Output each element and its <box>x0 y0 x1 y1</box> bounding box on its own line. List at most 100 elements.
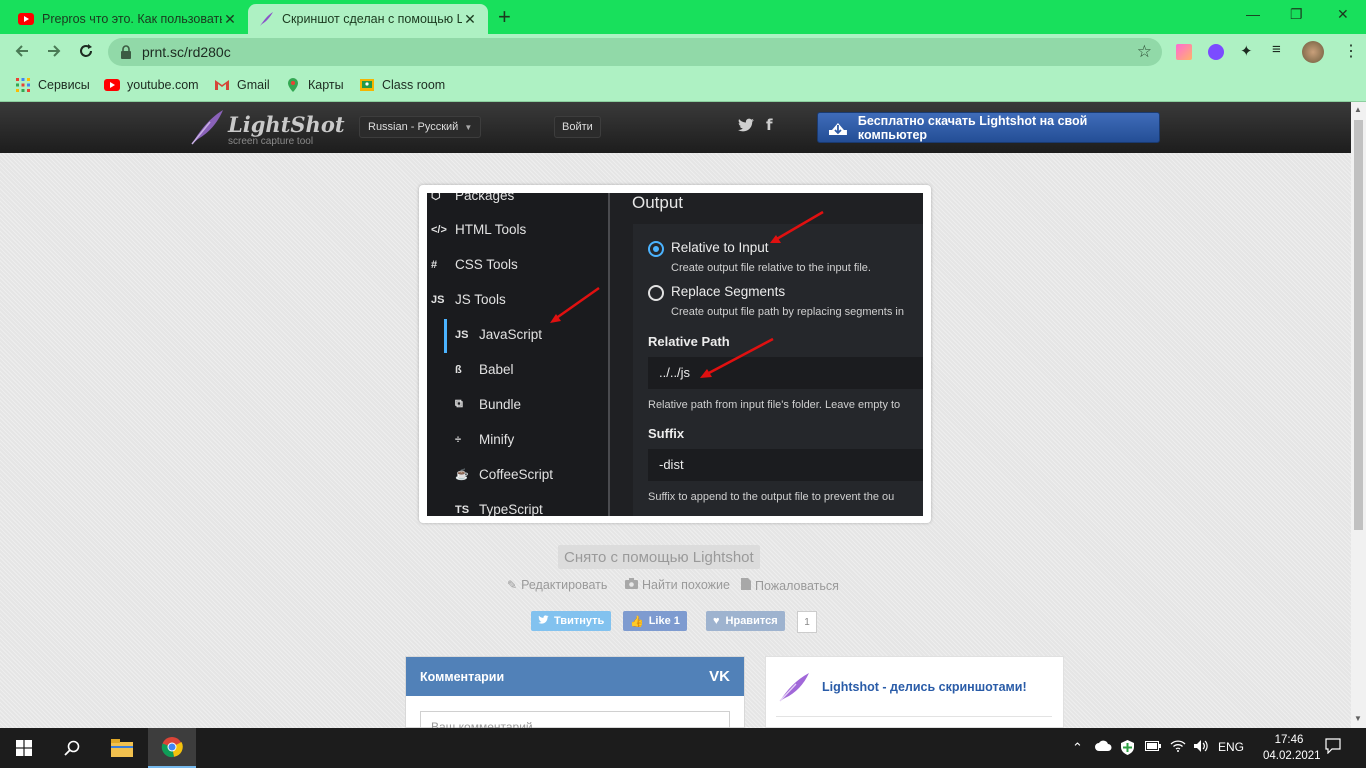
avatar[interactable] <box>1302 41 1324 63</box>
bookmark-label: Карты <box>308 78 344 92</box>
logo-name: LightShot <box>228 112 345 137</box>
maximize-button[interactable]: ❐ <box>1290 6 1303 23</box>
sidebar-item-label: Babel <box>479 362 514 377</box>
system-clock[interactable]: 17:46 04.02.2021 <box>1263 732 1321 764</box>
output-settings: Relative to Input Create output file rel… <box>633 224 923 516</box>
babel-icon: ß <box>455 363 462 376</box>
tab-prepros[interactable]: Prepros что это. Как пользоваться ✕ <box>8 4 248 34</box>
classroom-icon <box>359 77 375 93</box>
wifi-icon[interactable] <box>1170 740 1186 755</box>
bookmark-label: Class room <box>382 78 446 92</box>
menu-dots-icon[interactable]: ⋮ <box>1343 41 1359 60</box>
feather-icon <box>191 110 223 145</box>
url-text: prnt.sc/rd280c <box>142 44 231 60</box>
windows-start-icon[interactable] <box>0 728 48 768</box>
file-explorer-icon[interactable] <box>98 728 146 768</box>
extension-icon[interactable] <box>1208 44 1224 60</box>
sidebar-item-packages: ⬡ Packages <box>431 193 514 203</box>
forward-arrow-icon[interactable] <box>45 42 63 63</box>
lightshot-logo[interactable]: LightShot screen capture tool <box>190 108 345 151</box>
report-label: Пожаловаться <box>755 578 839 593</box>
bookmark-star-icon[interactable]: ☆ <box>1137 42 1152 62</box>
back-arrow-icon[interactable] <box>13 42 31 63</box>
feather-icon <box>258 11 274 27</box>
bookmark-youtube[interactable]: youtube.com <box>104 77 199 93</box>
extension-icon[interactable] <box>1176 44 1192 60</box>
battery-icon[interactable] <box>1145 740 1161 754</box>
twitter-icon[interactable] <box>738 118 754 136</box>
report-link[interactable]: Пожаловаться <box>741 578 839 593</box>
sidebar-item-label: JS Tools <box>455 292 506 307</box>
bookmark-classroom[interactable]: Class room <box>359 77 445 93</box>
like-label: Like 1 <box>648 615 680 627</box>
relative-to-input-radio <box>648 241 664 257</box>
puzzle-icon[interactable]: ✦ <box>1240 42 1256 60</box>
lightshot-credit: Снято с помощью Lightshot <box>558 545 760 569</box>
tab-title: Prepros что это. Как пользоваться <box>42 12 222 26</box>
option-label: Relative to Input <box>671 240 769 255</box>
search-icon[interactable] <box>48 728 96 768</box>
facebook-like-button[interactable]: 👍 Like 1 <box>623 611 687 631</box>
sidebar-item-javascript: JS JavaScript <box>455 327 542 342</box>
scroll-down-icon[interactable]: ▼ <box>1354 714 1362 723</box>
bookmark-maps[interactable]: Карты <box>285 77 344 93</box>
edit-link[interactable]: ✎ Редактировать <box>507 578 607 592</box>
scroll-up-icon[interactable]: ▲ <box>1354 105 1362 114</box>
shield-icon[interactable] <box>1121 740 1134 758</box>
facebook-icon[interactable]: f <box>766 116 773 134</box>
suffix-label: Suffix <box>648 426 685 441</box>
page-scrollbar[interactable]: ▲ ▼ <box>1351 102 1366 728</box>
chevron-up-icon[interactable]: ⌃ <box>1072 740 1083 756</box>
sidebar-item-babel: ß Babel <box>455 362 514 377</box>
media-queue-icon[interactable]: ≡ <box>1272 41 1288 58</box>
tab-lightshot[interactable]: Скриншот сделан с помощью Lightshot ✕ <box>248 4 488 34</box>
download-label: Бесплатно скачать Lightshot на свой комп… <box>857 113 1088 142</box>
minimize-button[interactable]: — <box>1246 6 1260 22</box>
new-tab-button[interactable]: + <box>498 6 511 28</box>
find-similar-link[interactable]: Найти похожие <box>625 578 730 592</box>
comments-widget: Комментарии VK Ваш комментарий... <box>405 656 745 731</box>
vk-like-label: Нравится <box>725 615 778 627</box>
minify-icon: ÷ <box>455 433 462 446</box>
bookmark-gmail[interactable]: Gmail <box>214 77 270 93</box>
vk-like-count: 1 <box>797 611 817 633</box>
active-indicator <box>444 319 447 353</box>
sidebar-item-label: TypeScript <box>479 502 543 516</box>
scrollbar-thumb[interactable] <box>1354 120 1363 530</box>
address-bar[interactable]: prnt.sc/rd280c ☆ <box>108 38 1162 66</box>
suffix-field: -dist <box>648 449 923 481</box>
onedrive-icon[interactable] <box>1095 740 1112 754</box>
login-button[interactable]: Войти <box>554 116 601 138</box>
find-similar-label: Найти похожие <box>642 578 730 592</box>
volume-icon[interactable] <box>1194 740 1210 755</box>
bookmark-services[interactable]: Сервисы <box>15 77 90 93</box>
thumbs-up-icon: 👍 <box>630 615 644 628</box>
tweet-button[interactable]: Твитнуть <box>531 611 612 631</box>
relative-path-description: Relative path from input file's folder. … <box>648 399 901 411</box>
reload-icon[interactable] <box>77 42 95 63</box>
promo-title[interactable]: Lightshot - делись скриншотами! <box>822 680 1027 694</box>
lightshot-header: LightShot screen capture tool Russian - … <box>0 102 1351 153</box>
sidebar-item-label: Minify <box>479 432 515 447</box>
typescript-icon: TS <box>455 503 470 516</box>
replace-segments-radio <box>648 285 664 301</box>
close-window-button[interactable]: ✕ <box>1337 6 1349 23</box>
chrome-taskbar-icon[interactable] <box>148 728 196 768</box>
red-arrow-annotation <box>770 210 824 243</box>
close-tab-icon[interactable]: ✕ <box>462 11 478 28</box>
close-tab-icon[interactable]: ✕ <box>222 11 238 28</box>
sidebar-item-typescript: TS TypeScript <box>455 502 543 516</box>
language-select[interactable]: Russian - Русский ▼ <box>359 116 482 138</box>
gmail-icon <box>214 77 230 93</box>
sidebar-item-label: CoffeeScript <box>479 467 554 482</box>
download-button[interactable]: Бесплатно скачать Lightshot на свой комп… <box>817 112 1160 143</box>
vk-like-button[interactable]: ♥ Нравится <box>706 611 785 631</box>
lock-icon[interactable] <box>120 45 132 64</box>
screenshot-image[interactable]: ⬡ Packages </> HTML Tools # CSS Tools JS… <box>427 193 923 516</box>
sidebar-item-label: CSS Tools <box>455 257 518 272</box>
chevron-down-icon: ▼ <box>464 122 473 132</box>
input-language[interactable]: ENG <box>1218 740 1244 754</box>
coffee-icon: ☕ <box>455 469 469 481</box>
bookmarks-bar: Сервисы youtube.com Gmail Карты Class ro… <box>0 70 1366 102</box>
notification-icon[interactable] <box>1325 738 1341 757</box>
